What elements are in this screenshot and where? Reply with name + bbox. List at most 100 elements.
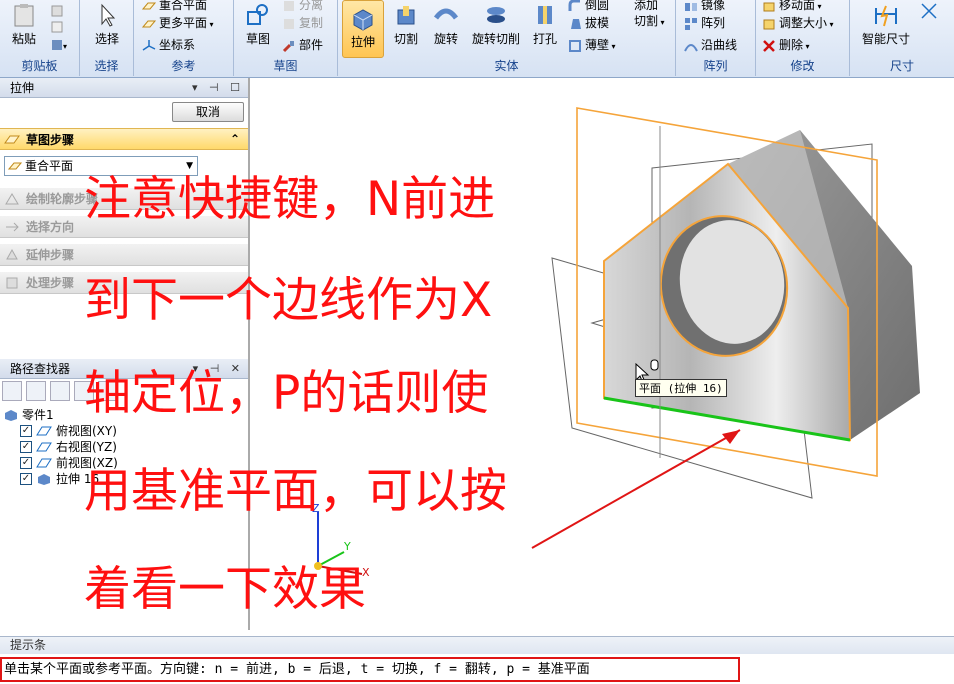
plane-icon [142,20,156,27]
tab-tree-icon[interactable] [2,381,22,401]
select-group-label: 选择 [94,59,119,73]
along-curve-button[interactable]: 沿曲线 [684,36,737,53]
command-bar-header: 拉伸 ▾ ⊣ ☐ [0,78,248,98]
part-icon [5,409,17,421]
overlay-text-line: 用基准平面，可以按 [84,464,507,519]
smart-dimension-icon [875,5,897,27]
ribbon: 粘贴 ▾ 剪贴板 选择 选择 重合平面 更多平面 ▾ 坐标系 参考 草图 分离 … [0,0,954,78]
mirror-button[interactable]: 镜像 [684,0,725,13]
separate-icon [284,0,294,11]
smart-dim-button[interactable]: 智能尺寸 [854,2,918,47]
clipboard-group-label: 剪贴板 [21,59,58,73]
dropdown-arrow-icon: ▾ [815,2,822,11]
more-planes-button[interactable]: 更多平面 ▾ [142,14,214,31]
visibility-checkbox[interactable]: ✓ [20,456,32,469]
plane-icon [142,2,156,9]
solid-group: 拉伸 切割 旋转 旋转切削 打孔 倒圆 拔模 薄壁 ▾ 添加 切割 ▾ 实体 [338,0,676,76]
delete-icon [763,39,775,52]
tab-layers-icon[interactable] [26,381,46,401]
plane-icon [36,426,52,435]
revolve-button[interactable]: 旋转 [430,2,462,47]
resize-button[interactable]: 调整大小 ▾ [762,14,834,31]
dimension-group: 智能尺寸 尺寸 [850,0,954,76]
visibility-checkbox[interactable]: ✓ [20,440,32,453]
coordinate-system-icon [142,39,156,51]
prompt-bar-header: 提示条 [0,636,954,654]
tree-root[interactable]: 零件1 [4,406,54,423]
revolve-icon [433,8,459,20]
svg-text:▾: ▾ [63,42,67,51]
paste-icon [14,4,34,27]
move-face-button[interactable]: 移动面 ▾ [762,0,822,13]
select-button[interactable]: 选择 [88,2,126,47]
left-panel: 拉伸 ▾ ⊣ ☐ 取消 草图步骤 ⌃ 重合平面 ▼ 绘制轮廓步骤 选择方向 延伸… [0,78,250,630]
panel-controls[interactable]: ▾ ⊣ ☐ [192,81,248,94]
model-graphics [314,107,920,575]
paste-button[interactable]: 粘贴 [6,2,42,47]
visibility-checkbox[interactable]: ✓ [20,472,32,485]
draft-button[interactable]: 拔模 [568,14,609,31]
cut-feature-icon [397,6,415,25]
cut-icon[interactable] [50,4,64,18]
collapse-icon[interactable]: ⌃ [230,132,240,146]
move-face-icon [763,2,775,11]
dropdown-arrow-icon: ▾ [609,42,616,51]
sketch-button[interactable]: 草图 [240,2,276,47]
brush-icon [282,40,294,52]
round-button[interactable]: 倒圆 [568,0,609,13]
visibility-checkbox[interactable]: ✓ [20,424,32,437]
step-extent: 延伸步骤 [0,244,248,266]
mouse-icon [650,359,659,371]
solid-group-label: 实体 [494,59,519,73]
axis-y-label: Y [344,540,351,553]
pattern-group: 镜像 阵列 沿曲线 阵列 [676,0,756,76]
hole-button[interactable]: 打孔 [530,2,560,47]
delete-button[interactable]: 删除 ▾ [762,36,810,53]
extrude-icon [353,9,373,31]
prompt-text: 单击某个平面或参考平面。方向键: n = 前进, b = 后退, t = 切换,… [0,657,740,682]
graphics-viewport[interactable]: 平面 (拉伸 16) Z Y X [252,78,954,630]
pattern-button[interactable]: 阵列 [684,14,725,31]
coord-sys-button[interactable]: 坐标系 [142,36,195,53]
sketch-icon [247,4,268,25]
command-bar-title: 拉伸 [10,81,35,95]
annotation-arrow [531,429,741,549]
dropdown-arrow-icon: ▾ [658,18,665,27]
overlay-text-line: 注意快捷键，N前进 [84,172,496,227]
copy-button[interactable]: 复制 [282,14,323,31]
thin-wall-button[interactable]: 薄壁 ▾ [568,36,616,53]
treatment-step-icon [6,277,18,288]
extrude-icon [38,473,50,485]
revolve-cut-button[interactable]: 旋转切削 [468,2,524,47]
step-sketch[interactable]: 草图步骤 ⌃ [0,128,248,150]
clipboard-group: 粘贴 ▾ 剪贴板 [0,0,80,76]
overlay-text-line: 到下一个边线作为X [84,273,493,328]
part-button[interactable]: 部件 [282,36,323,53]
copy-icon[interactable] [50,20,64,34]
select-group: 选择 选择 [80,0,134,76]
format-painter-icon[interactable]: ▾ [50,38,70,52]
cut-button[interactable]: 切割 [390,2,422,47]
resize-icon [763,19,775,29]
tooltip: 平面 (拉伸 16) [635,379,727,397]
profile-step-icon [5,192,19,204]
tab-features-icon[interactable] [50,381,70,401]
reference-group: 重合平面 更多平面 ▾ 坐标系 参考 [134,0,234,76]
extent-step-icon [6,248,18,259]
tree-item-top-view[interactable]: ✓ 俯视图(XY) [20,422,117,439]
separate-button[interactable]: 分离 [282,0,323,13]
extrude-button[interactable]: 拉伸 [342,0,384,58]
cut2-button[interactable]: 切割 ▾ [634,12,665,29]
pattern-group-label: 阵列 [703,59,728,73]
dimension-extra-icon[interactable] [920,2,938,20]
dropdown-arrow-icon: ▾ [207,20,214,29]
cancel-button[interactable]: 取消 [172,102,244,122]
coincident-plane-button[interactable]: 重合平面 [142,0,207,13]
path-finder-title: 路径查找器 [10,362,71,376]
round-icon [568,0,580,11]
sketch-group: 草图 分离 复制 部件 草图 [234,0,338,76]
mirror-icon [685,2,697,11]
tree-item-right-view[interactable]: ✓ 右视图(YZ) [20,438,117,455]
overlay-text-line: 轴定位，P的话则使 [84,366,489,421]
dimension-group-label: 尺寸 [889,59,914,73]
